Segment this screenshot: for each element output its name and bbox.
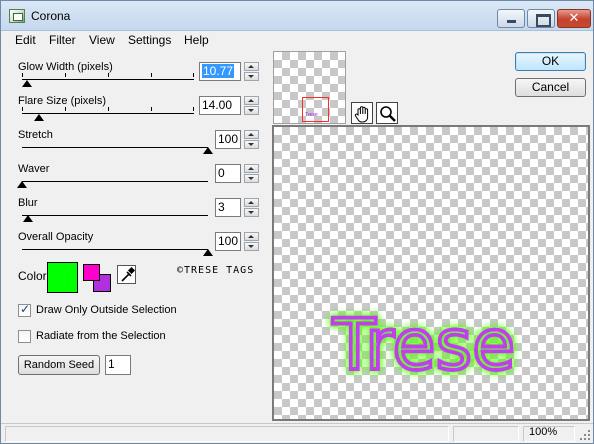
blur-label: Blur	[18, 197, 38, 209]
flare-size-spinner[interactable]	[244, 96, 259, 115]
glow-width-spinner[interactable]	[244, 62, 259, 81]
navigator-mini-text: Trese	[305, 112, 318, 118]
menu-edit[interactable]: Edit	[15, 33, 36, 47]
watermark-text: ©TRESE TAGS	[177, 265, 255, 276]
glow-width-slider[interactable]	[22, 79, 194, 80]
waver-slider[interactable]	[22, 181, 208, 182]
magnifier-icon	[380, 106, 396, 122]
primary-color-swatch[interactable]	[83, 264, 100, 281]
blur-field[interactable]: 3	[215, 198, 241, 217]
glow-width-field[interactable]: 10.77	[199, 62, 241, 81]
blur-thumb[interactable]	[22, 215, 33, 222]
navigator-viewport-rect[interactable]	[302, 97, 329, 122]
eyedropper-button[interactable]	[117, 265, 136, 284]
ok-button[interactable]: OK	[515, 52, 586, 71]
menu-settings[interactable]: Settings	[128, 33, 171, 47]
stretch-spinner[interactable]	[244, 130, 259, 149]
maximize-button[interactable]	[527, 9, 555, 28]
glow-width-label: Glow Width (pixels)	[18, 61, 113, 73]
blur-slider[interactable]	[22, 215, 208, 216]
waver-field[interactable]: 0	[215, 164, 241, 183]
corona-dialog: Corona ✕ Edit Filter View Settings Help …	[0, 0, 594, 444]
color-label: Color	[18, 269, 47, 283]
random-seed-button[interactable]: Random Seed	[18, 355, 100, 375]
preview-text: Trese	[332, 304, 515, 386]
glow-color-swatch[interactable]	[47, 262, 78, 293]
cancel-button[interactable]: Cancel	[515, 78, 586, 97]
menu-help[interactable]: Help	[184, 33, 209, 47]
opacity-slider[interactable]	[22, 249, 208, 250]
zoom-level: 100%	[529, 426, 558, 438]
blur-spinner[interactable]	[244, 198, 259, 217]
close-button[interactable]: ✕	[557, 9, 591, 28]
opacity-spinner[interactable]	[244, 232, 259, 251]
radiate-label[interactable]: Radiate from the Selection	[36, 330, 166, 342]
flare-size-field[interactable]: 14.00	[199, 96, 241, 115]
flare-size-thumb[interactable]	[34, 114, 45, 121]
main-preview[interactable]: Trese	[272, 125, 590, 421]
app-icon	[9, 9, 25, 23]
waver-label: Waver	[18, 163, 50, 175]
random-seed-field[interactable]: 1	[105, 355, 131, 375]
radiate-checkbox[interactable]	[18, 330, 31, 343]
waver-spinner[interactable]	[244, 164, 259, 183]
preview-canvas: Trese	[330, 302, 517, 388]
eyedropper-icon	[121, 266, 136, 282]
opacity-label: Overall Opacity	[18, 231, 94, 243]
stretch-field[interactable]: 100	[215, 130, 241, 149]
draw-outside-checkbox[interactable]: ✓	[18, 302, 31, 317]
resize-grip[interactable]	[579, 429, 591, 441]
stretch-slider[interactable]	[22, 147, 208, 148]
stretch-label: Stretch	[18, 129, 53, 141]
opacity-thumb[interactable]	[203, 249, 213, 256]
pan-tool-button[interactable]	[351, 102, 373, 124]
minimize-button[interactable]	[497, 9, 525, 28]
flare-size-label: Flare Size (pixels)	[18, 95, 107, 107]
flare-size-slider[interactable]	[22, 113, 194, 114]
close-icon: ✕	[568, 11, 580, 26]
opacity-field[interactable]: 100	[215, 232, 241, 251]
menu-filter[interactable]: Filter	[49, 33, 76, 47]
checkmark-icon: ✓	[20, 302, 31, 316]
title-bar[interactable]: Corona ✕	[1, 1, 593, 31]
menu-bar: Edit Filter View Settings Help	[1, 31, 593, 50]
zoom-tool-button[interactable]	[376, 102, 398, 124]
glow-width-thumb[interactable]	[22, 80, 33, 87]
menu-view[interactable]: View	[89, 33, 115, 47]
draw-outside-label[interactable]: Draw Only Outside Selection	[36, 304, 177, 316]
status-bar	[1, 423, 593, 443]
waver-thumb[interactable]	[17, 181, 27, 188]
window-title: Corona	[31, 9, 71, 23]
stretch-thumb[interactable]	[203, 147, 213, 154]
hand-icon	[354, 106, 369, 123]
